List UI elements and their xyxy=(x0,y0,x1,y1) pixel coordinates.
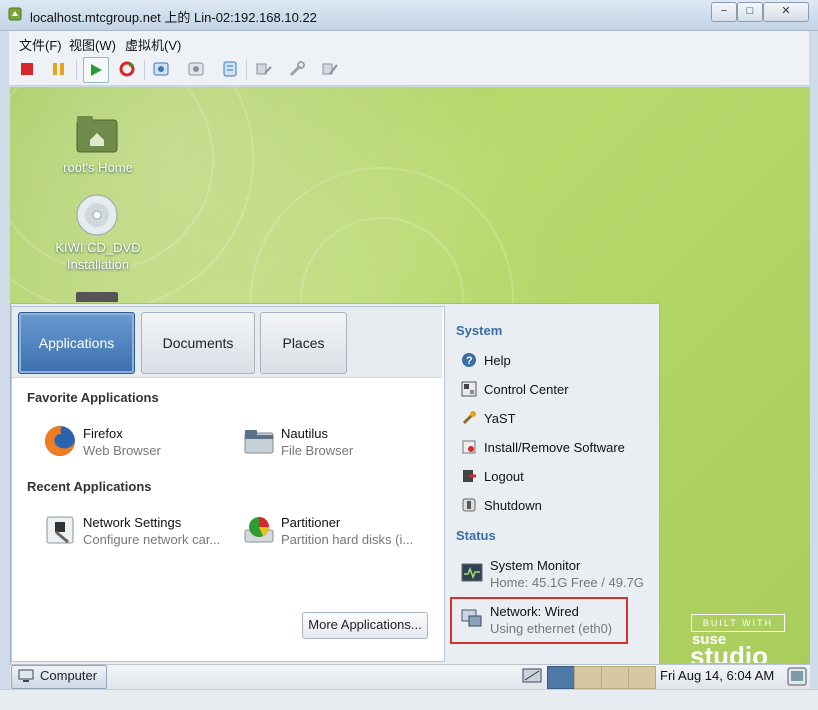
workspace-2[interactable] xyxy=(574,666,602,689)
cd-dvd-label-line1: KIWI CD_DVD xyxy=(55,240,141,255)
partitioner-name[interactable]: Partitioner xyxy=(281,515,340,530)
network-highlight-box xyxy=(450,597,628,644)
workspace-1[interactable] xyxy=(547,666,575,689)
help-item[interactable]: Help xyxy=(484,353,511,368)
yast-item[interactable]: YaST xyxy=(484,411,516,426)
svg-text:?: ? xyxy=(466,355,473,367)
maximize-button[interactable]: □ xyxy=(737,2,763,22)
yast-icon xyxy=(461,410,477,426)
menu-file[interactable]: 文件(F) xyxy=(19,35,62,54)
install-remove-software-item[interactable]: Install/Remove Software xyxy=(484,440,625,455)
panel-clock[interactable]: Fri Aug 14, 6:04 AM xyxy=(660,668,774,683)
preferences-icon xyxy=(322,63,338,75)
more-applications-button[interactable]: More Applications... xyxy=(302,612,428,639)
control-center-item[interactable]: Control Center xyxy=(484,382,569,397)
system-monitor-name[interactable]: System Monitor xyxy=(490,558,580,573)
preferences-button[interactable] xyxy=(318,57,342,81)
logout-item[interactable]: Logout xyxy=(484,469,524,484)
snapshot-icon xyxy=(153,62,169,76)
snapshot-button[interactable] xyxy=(149,57,173,81)
window-statusbar xyxy=(0,689,818,710)
help-icon: ? xyxy=(461,352,477,368)
computer-button-label: Computer xyxy=(40,668,98,683)
toolbar-separator xyxy=(76,60,77,80)
play-icon xyxy=(91,64,102,76)
logout-icon xyxy=(461,468,477,484)
studio-brand: studio xyxy=(690,641,768,663)
tools-button[interactable] xyxy=(285,57,309,81)
tools-icon xyxy=(289,61,305,77)
tab-places[interactable]: Places xyxy=(260,312,347,374)
tab-applications[interactable]: Applications xyxy=(18,312,135,374)
pause-icon xyxy=(53,63,64,75)
network-settings-icon xyxy=(44,514,76,546)
home-folder-icon[interactable] xyxy=(74,112,120,157)
menu-view[interactable]: 视图(W) xyxy=(69,35,116,54)
vmware-app-icon xyxy=(8,7,22,21)
system-monitor-icon xyxy=(461,562,483,584)
partitioner-icon xyxy=(243,514,275,546)
toolbar-separator xyxy=(144,60,145,80)
built-with-badge: BUILT WITH xyxy=(691,614,785,632)
shutdown-item[interactable]: Shutdown xyxy=(484,498,542,513)
revert-icon xyxy=(188,62,204,76)
network-settings-desc[interactable]: Configure network car... xyxy=(83,532,220,547)
favorite-applications-heading: Favorite Applications xyxy=(27,390,159,405)
wrench-icon xyxy=(256,63,272,75)
home-folder-label: root's Home xyxy=(63,160,133,175)
window-title: localhost.mtcgroup.net 上的 Lin-02:192.168… xyxy=(30,10,317,25)
settings-button[interactable] xyxy=(252,57,276,81)
stop-icon xyxy=(21,63,33,75)
computer-icon xyxy=(18,669,34,683)
recent-applications-heading: Recent Applications xyxy=(27,479,152,494)
folder-icon xyxy=(243,425,275,457)
workspace-3[interactable] xyxy=(601,666,629,689)
nautilus-desc[interactable]: File Browser xyxy=(281,443,353,458)
nautilus-name[interactable]: Nautilus xyxy=(281,426,328,441)
network-tray-icon[interactable] xyxy=(521,667,543,686)
install-software-icon xyxy=(461,439,477,455)
cd-dvd-icon[interactable] xyxy=(76,194,118,239)
power-on-button[interactable] xyxy=(83,57,109,83)
show-desktop-icon[interactable] xyxy=(787,667,807,686)
partitioner-desc[interactable]: Partition hard disks (i... xyxy=(281,532,413,547)
status-heading: Status xyxy=(456,528,496,543)
firefox-icon xyxy=(44,425,76,457)
suspend-button[interactable] xyxy=(47,57,71,81)
snapshot-manager-icon xyxy=(223,61,237,77)
cd-dvd-label-line2: Installation xyxy=(66,257,130,272)
system-heading: System xyxy=(456,323,503,338)
close-button[interactable]: ✕ xyxy=(763,2,809,22)
shutdown-icon xyxy=(461,497,477,513)
firefox-name[interactable]: Firefox xyxy=(83,426,123,441)
system-monitor-desc[interactable]: Home: 45.1G Free / 49.7G xyxy=(490,575,644,590)
toolbar-separator xyxy=(246,60,247,80)
control-center-icon xyxy=(461,381,477,397)
workspace-4[interactable] xyxy=(628,666,656,689)
snapshot-manager-button[interactable] xyxy=(218,57,242,81)
refresh-icon xyxy=(119,61,135,77)
drive-icon[interactable] xyxy=(76,292,118,302)
firefox-desc[interactable]: Web Browser xyxy=(83,443,161,458)
revert-snapshot-button[interactable] xyxy=(184,57,208,81)
menu-vm[interactable]: 虚拟机(V) xyxy=(125,35,181,54)
reset-button[interactable] xyxy=(115,57,139,81)
power-off-button[interactable] xyxy=(15,57,39,81)
minimize-button[interactable]: − xyxy=(711,2,737,22)
network-settings-name[interactable]: Network Settings xyxy=(83,515,181,530)
tab-documents[interactable]: Documents xyxy=(141,312,255,374)
